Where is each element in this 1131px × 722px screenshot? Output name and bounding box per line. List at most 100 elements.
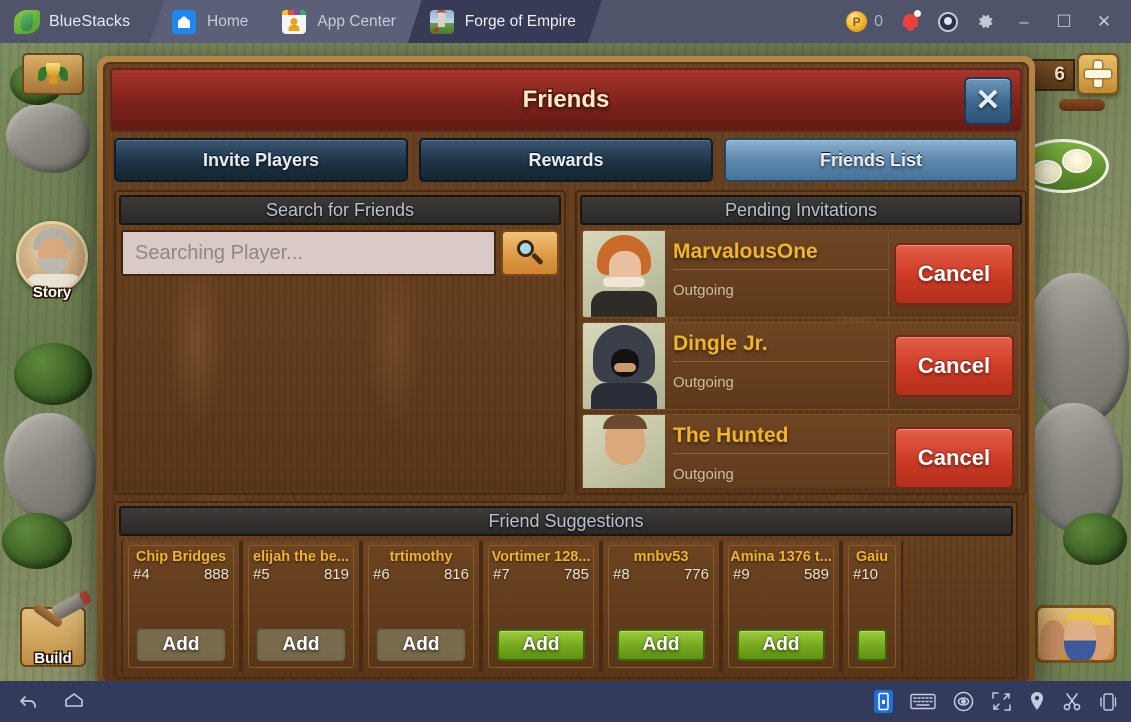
friends-dialog: Friends ✕ Invite Players Rewards Friends… <box>97 56 1035 681</box>
pending-invitations-panel: Pending Invitations MarvalousOne Outgoin <box>575 190 1027 495</box>
add-friend-button[interactable]: Add <box>257 629 345 661</box>
tab-invite-players[interactable]: Invite Players <box>114 138 408 182</box>
shake-device-icon[interactable] <box>1099 692 1117 712</box>
tab-rewards[interactable]: Rewards <box>419 138 713 182</box>
add-resource-button[interactable] <box>1077 53 1119 95</box>
suggestion-rank: #8 <box>613 566 630 583</box>
build-button[interactable]: Build <box>20 591 88 667</box>
fullscreen-icon[interactable] <box>991 691 1012 712</box>
emulator-tab-app-center[interactable]: App Center <box>260 0 421 43</box>
list-item: Vortimer 128... #7 785 Add <box>481 541 601 672</box>
maximize-button[interactable]: ☐ <box>1053 13 1075 30</box>
close-icon[interactable]: ✕ <box>964 77 1012 125</box>
table-row: Dingle Jr. Outgoing Cancel <box>582 322 1020 410</box>
story-label: Story <box>32 284 72 301</box>
home-outline-icon[interactable] <box>62 690 86 714</box>
suggestion-name: Chip Bridges <box>135 549 227 565</box>
app-center-icon <box>282 10 306 34</box>
hammer-icon <box>30 591 92 647</box>
suggestion-name: mnbv53 <box>633 549 689 565</box>
suggestion-score: 785 <box>563 566 589 583</box>
points-indicator[interactable]: P 0 <box>846 11 883 32</box>
eye-icon[interactable] <box>953 691 974 712</box>
list-item: Amina 1376 t... #9 589 Add <box>721 541 841 672</box>
search-panel-header: Search for Friends <box>119 195 561 225</box>
suggestion-rank: #6 <box>373 566 390 583</box>
magnifier-icon <box>517 240 544 266</box>
add-friend-button[interactable]: Add <box>737 629 825 661</box>
game-viewport[interactable]: Story Build 6 Friends ✕ Invite Players R… <box>0 43 1131 681</box>
story-avatar-icon <box>16 221 88 293</box>
suggestion-name: trtimothy <box>389 549 453 565</box>
decorative-cow <box>1059 99 1105 111</box>
titlebar-system-controls: P 0 – ☐ ✕ <box>846 10 1131 32</box>
suggestion-score: 819 <box>323 566 349 583</box>
pending-action: Cancel <box>889 415 1019 488</box>
keyboard-icon[interactable] <box>910 692 936 711</box>
search-input[interactable] <box>121 230 496 276</box>
dialog-header: Friends ✕ <box>110 68 1022 132</box>
suggestion-rank: #9 <box>733 566 750 583</box>
emulator-tab-home[interactable]: Home <box>150 0 274 43</box>
close-window-button[interactable]: ✕ <box>1093 13 1115 30</box>
emulator-tab-app-center-label: App Center <box>317 12 396 30</box>
game-hud-right: 6 <box>1011 43 1127 681</box>
android-navbar <box>0 681 1131 722</box>
bluestacks-brand: BlueStacks <box>0 0 150 43</box>
search-row <box>121 230 559 276</box>
story-button[interactable]: Story <box>16 221 88 301</box>
friend-name: The Hunted <box>673 419 888 454</box>
pending-panel-header: Pending Invitations <box>580 195 1022 225</box>
account-icon[interactable] <box>938 11 958 32</box>
build-label: Build <box>34 650 72 667</box>
minimize-button[interactable]: – <box>1013 13 1035 30</box>
trophy-icon <box>38 61 68 87</box>
list-item: elijah the be... #5 819 Add <box>241 541 361 672</box>
tab-friends-list[interactable]: Friends List <box>724 138 1018 182</box>
suggestion-rank: #4 <box>133 566 150 583</box>
status-badge: Outgoing <box>673 374 734 391</box>
location-icon[interactable] <box>1029 691 1045 712</box>
back-icon[interactable] <box>16 690 40 714</box>
emulator-tab-forge-of-empire-label: Forge of Empire <box>464 12 576 30</box>
status-badge: Outgoing <box>673 466 734 483</box>
suggestion-name: Amina 1376 t... <box>730 549 832 565</box>
pending-action: Cancel <box>889 323 1019 409</box>
avatar <box>583 323 665 409</box>
pending-info: The Hunted Outgoing <box>665 415 889 488</box>
volume-icon[interactable] <box>874 690 893 713</box>
list-item: Chip Bridges #4 888 Add <box>121 541 241 672</box>
suggestion-score: 776 <box>683 566 709 583</box>
add-friend-button[interactable]: Add <box>617 629 705 661</box>
trophy-button[interactable] <box>22 53 84 95</box>
friend-suggestions-panel: Friend Suggestions Chip Bridges #4 888 A… <box>114 501 1018 679</box>
pending-invitations-list[interactable]: MarvalousOne Outgoing Cancel Dingle Jr. … <box>582 230 1020 488</box>
gear-icon[interactable] <box>976 12 995 31</box>
points-coin-icon: P <box>846 11 868 32</box>
add-friend-button[interactable]: Add <box>137 629 225 661</box>
cancel-button[interactable]: Cancel <box>894 335 1014 397</box>
suggestion-name: Vortimer 128... <box>491 549 591 565</box>
forge-of-empire-icon <box>430 10 454 34</box>
status-badge: Outgoing <box>673 282 734 299</box>
add-friend-button[interactable]: Add <box>497 629 585 661</box>
points-value: 0 <box>874 12 883 30</box>
table-row: The Hunted Outgoing Cancel <box>582 414 1020 488</box>
cancel-button[interactable]: Cancel <box>894 427 1014 488</box>
cancel-button[interactable]: Cancel <box>894 243 1014 305</box>
suggestion-name: Gaiu <box>855 549 889 565</box>
add-friend-button[interactable] <box>857 629 887 661</box>
friend-name: Dingle Jr. <box>673 327 888 362</box>
suggestion-rank: #5 <box>253 566 270 583</box>
suggestion-score: 589 <box>803 566 829 583</box>
suggestions-panel-header: Friend Suggestions <box>119 506 1013 536</box>
search-button[interactable] <box>501 230 559 276</box>
page-title: Friends <box>522 86 610 113</box>
add-friend-button[interactable]: Add <box>377 629 465 661</box>
emulator-tab-forge-of-empire[interactable]: Forge of Empire <box>408 0 602 43</box>
bell-icon[interactable] <box>901 10 921 32</box>
friend-suggestions-list[interactable]: Chip Bridges #4 888 Add elijah the be...… <box>121 541 1011 672</box>
emulator-tabstrip: Home App Center Forge of Empire <box>150 0 588 43</box>
friends-hud-button[interactable] <box>1035 605 1117 663</box>
scissors-icon[interactable] <box>1062 692 1082 712</box>
